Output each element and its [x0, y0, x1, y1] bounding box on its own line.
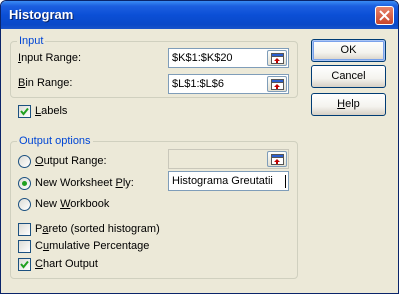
new-worksheet-name-field[interactable]: Histograma Greutatii [168, 171, 289, 191]
text-caret [285, 175, 286, 188]
bin-range-field[interactable]: $L$1:$L$6 [168, 74, 289, 94]
output-range-label[interactable]: Output Range: [35, 155, 107, 167]
labels-checkbox[interactable] [18, 105, 31, 118]
input-range-label: Input Range: [18, 52, 81, 64]
collapse-dialog-icon [271, 53, 284, 64]
new-workbook-label[interactable]: New Workbook [35, 198, 109, 210]
help-button[interactable]: Help [311, 93, 386, 116]
cumulative-percentage-checkbox[interactable] [18, 240, 31, 253]
new-worksheet-label[interactable]: New Worksheet Ply: [35, 177, 134, 189]
chart-output-checkbox[interactable] [18, 258, 31, 271]
collapse-dialog-icon [271, 154, 284, 165]
cumulative-percentage-label[interactable]: Cumulative Percentage [35, 240, 149, 252]
radio-selected-dot [22, 181, 27, 186]
new-workbook-radio[interactable] [18, 198, 31, 211]
title-bar[interactable]: Histogram [1, 1, 398, 29]
checkmark-icon [20, 260, 29, 269]
pareto-label[interactable]: Pareto (sorted histogram) [35, 223, 160, 235]
bin-range-label: Bin Range: [18, 77, 73, 89]
close-icon [379, 10, 390, 21]
input-range-field[interactable]: $K$1:$K$20 [168, 48, 289, 68]
pareto-checkbox[interactable] [18, 223, 31, 236]
output-range-field[interactable] [168, 149, 289, 169]
output-range-radio[interactable] [18, 155, 31, 168]
input-range-collapse-button[interactable] [267, 50, 287, 66]
ok-button[interactable]: OK [311, 39, 386, 62]
bin-range-collapse-button[interactable] [267, 76, 287, 92]
input-group-legend: Input [17, 35, 46, 47]
labels-checkbox-label[interactable]: Labels [35, 105, 67, 117]
dialog-title: Histogram [9, 7, 74, 22]
chart-output-label[interactable]: Chart Output [35, 258, 98, 270]
output-options-legend: Output options [17, 135, 93, 147]
output-range-collapse-button[interactable] [267, 151, 287, 167]
cancel-button[interactable]: Cancel [311, 65, 386, 88]
close-button[interactable] [375, 6, 394, 25]
collapse-dialog-icon [271, 79, 284, 90]
new-worksheet-radio[interactable] [18, 177, 31, 190]
histogram-dialog: Histogram Input Input Range: $K$1:$K$20 … [0, 0, 399, 294]
checkmark-icon [20, 107, 29, 116]
